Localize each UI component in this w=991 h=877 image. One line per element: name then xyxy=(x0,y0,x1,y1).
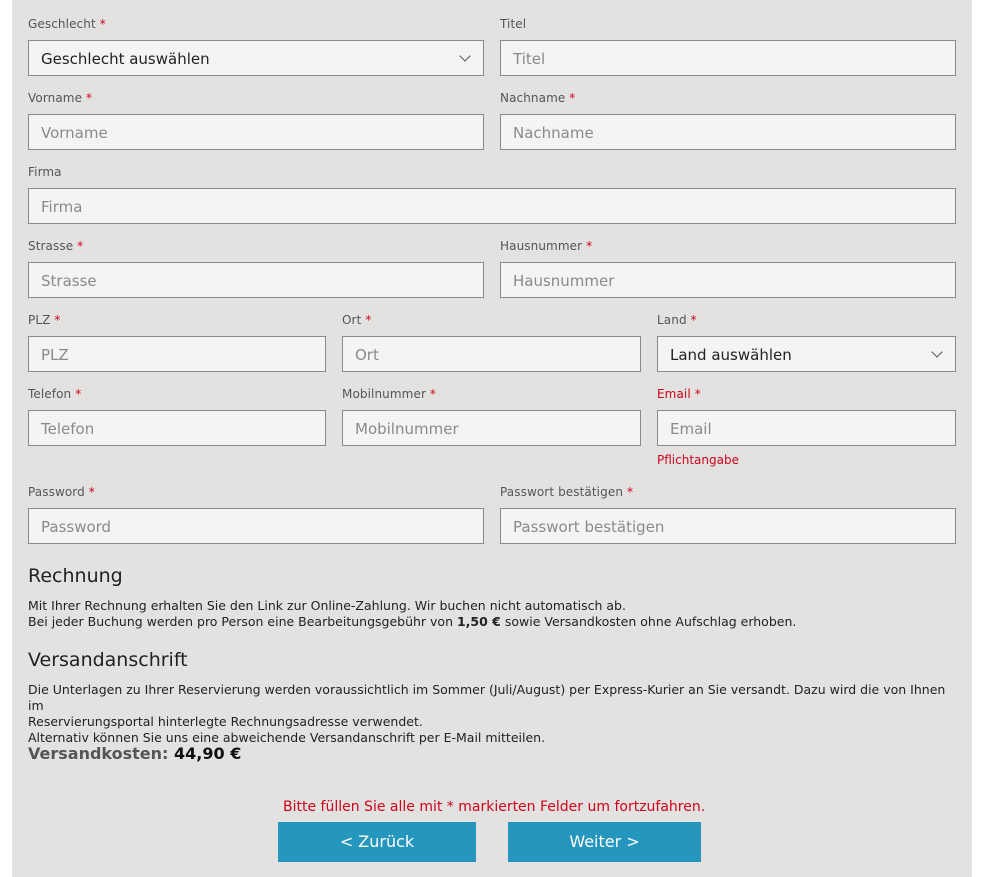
salutation-select-value: Geschlecht auswählen xyxy=(41,50,210,68)
street-input[interactable]: Strasse xyxy=(28,262,484,298)
email-label: Email * xyxy=(657,387,701,401)
street-label: Strasse * xyxy=(28,239,84,253)
shipping-cost-label: Versandkosten: xyxy=(28,744,169,763)
back-button[interactable]: < Zurück xyxy=(278,822,476,862)
housenumber-label: Hausnummer * xyxy=(500,239,593,253)
phone-input[interactable]: Telefon xyxy=(28,410,326,446)
country-select-value: Land auswählen xyxy=(670,346,792,364)
shipping-cost: Versandkosten: 44,90 € xyxy=(28,744,241,763)
city-placeholder: Ort xyxy=(355,346,379,364)
shipping-text: Die Unterlagen zu Ihrer Reservierung wer… xyxy=(28,682,958,746)
housenumber-input[interactable]: Hausnummer xyxy=(500,262,956,298)
street-placeholder: Strasse xyxy=(41,272,97,290)
shipping-line-1: Die Unterlagen zu Ihrer Reservierung wer… xyxy=(28,682,946,713)
company-label: Firma xyxy=(28,165,62,179)
email-input[interactable]: Email xyxy=(657,410,956,446)
password-input[interactable]: Password xyxy=(28,508,484,544)
title-label: Titel xyxy=(500,17,527,31)
lastname-placeholder: Nachname xyxy=(513,124,594,142)
invoice-fee: 1,50 € xyxy=(456,614,501,629)
required-fields-warning: Bitte füllen Sie alle mit * markierten F… xyxy=(283,799,706,815)
email-placeholder: Email xyxy=(670,420,712,438)
firstname-placeholder: Vorname xyxy=(41,124,108,142)
email-error-message: Pflichtangabe xyxy=(657,453,739,467)
firstname-input[interactable]: Vorname xyxy=(28,114,484,150)
zip-input[interactable]: PLZ xyxy=(28,336,326,372)
mobile-placeholder: Mobilnummer xyxy=(355,420,459,438)
password-confirm-label: Passwort bestätigen * xyxy=(500,485,634,499)
phone-label: Telefon * xyxy=(28,387,82,401)
invoice-text: Mit Ihrer Rechnung erhalten Sie den Link… xyxy=(28,598,958,630)
password-label: Password * xyxy=(28,485,95,499)
country-select[interactable]: Land auswählen xyxy=(657,336,956,372)
shipping-cost-value: 44,90 € xyxy=(174,744,242,763)
lastname-label: Nachname * xyxy=(500,91,576,105)
title-input[interactable]: Titel xyxy=(500,40,956,76)
company-placeholder: Firma xyxy=(41,198,83,216)
city-input[interactable]: Ort xyxy=(342,336,641,372)
firstname-label: Vorname * xyxy=(28,91,93,105)
lastname-input[interactable]: Nachname xyxy=(500,114,956,150)
company-input[interactable]: Firma xyxy=(28,188,956,224)
password-confirm-input[interactable]: Passwort bestätigen xyxy=(500,508,956,544)
salutation-label: Geschlecht * xyxy=(28,17,106,31)
city-label: Ort * xyxy=(342,313,372,327)
salutation-select[interactable]: Geschlecht auswählen xyxy=(28,40,484,76)
zip-placeholder: PLZ xyxy=(41,346,69,364)
zip-label: PLZ * xyxy=(28,313,61,327)
invoice-line-2: Bei jeder Buchung werden pro Person eine… xyxy=(28,614,797,629)
password-confirm-placeholder: Passwort bestätigen xyxy=(513,518,665,536)
shipping-heading: Versandanschrift xyxy=(28,649,188,671)
password-placeholder: Password xyxy=(41,518,112,536)
country-label: Land * xyxy=(657,313,697,327)
mobile-label: Mobilnummer * xyxy=(342,387,437,401)
housenumber-placeholder: Hausnummer xyxy=(513,272,615,290)
invoice-line-1: Mit Ihrer Rechnung erhalten Sie den Link… xyxy=(28,598,626,613)
shipping-line-2: Reservierungsportal hinterlegte Rechnung… xyxy=(28,714,423,729)
next-button[interactable]: Weiter > xyxy=(508,822,701,862)
invoice-heading: Rechnung xyxy=(28,565,123,587)
phone-placeholder: Telefon xyxy=(41,420,95,438)
mobile-input[interactable]: Mobilnummer xyxy=(342,410,641,446)
chevron-down-icon xyxy=(931,346,943,358)
chevron-down-icon xyxy=(459,50,471,62)
title-placeholder: Titel xyxy=(513,50,546,68)
